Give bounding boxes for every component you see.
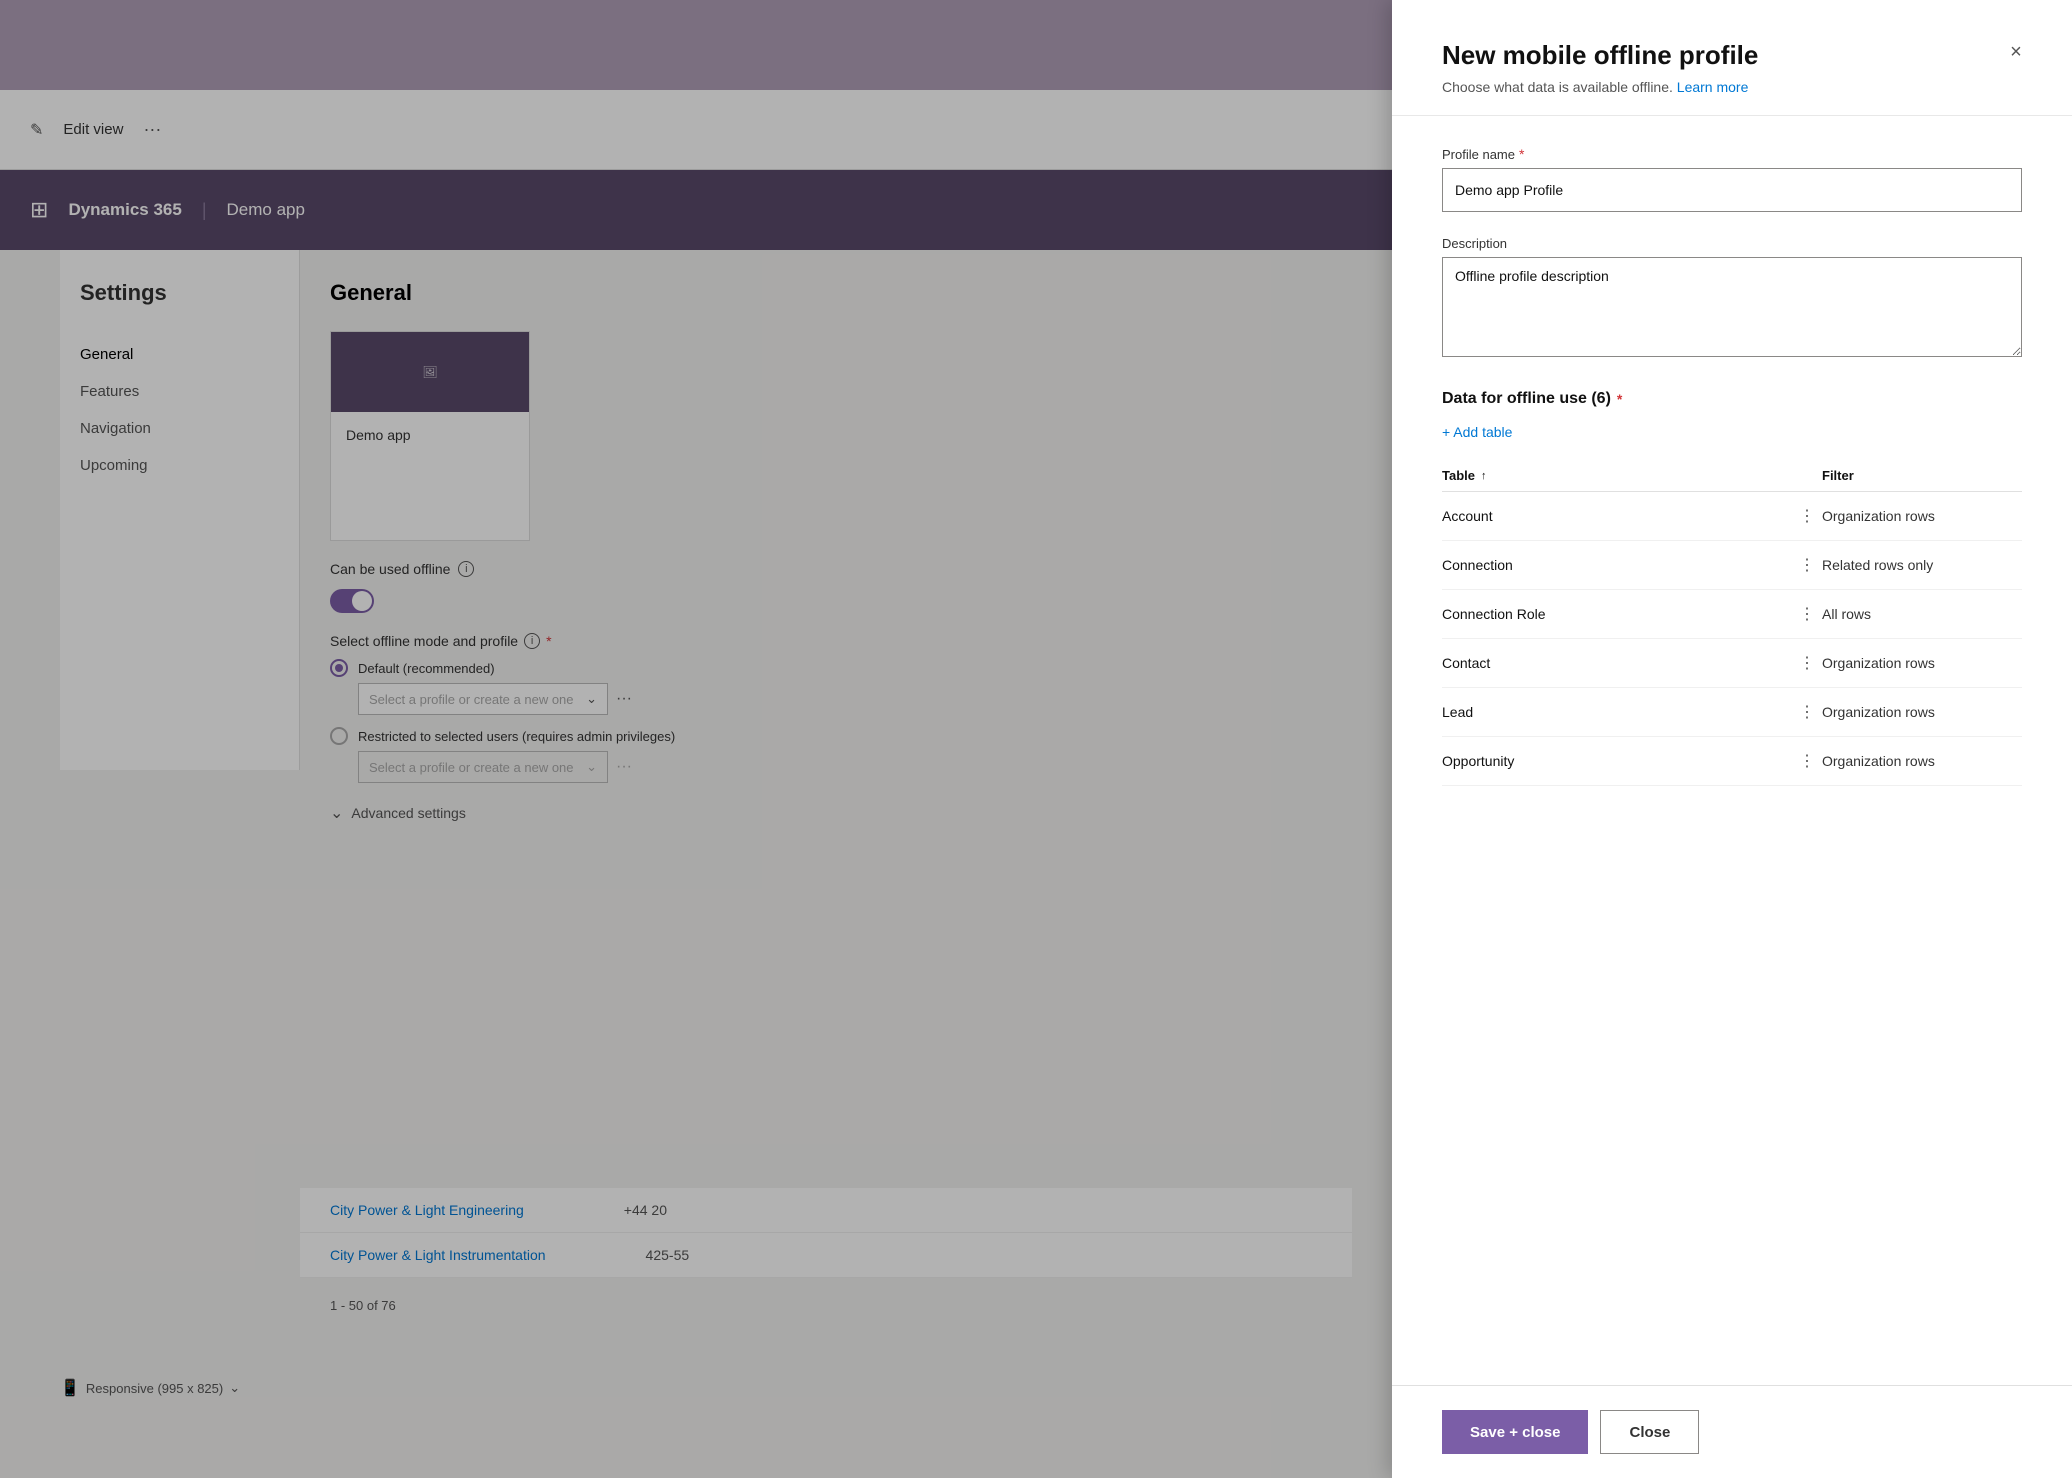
modal-body: Profile name * Description Data for offl… — [1392, 116, 2072, 1385]
save-close-button[interactable]: Save + close — [1442, 1410, 1588, 1454]
modal-panel: New mobile offline profile Choose what d… — [1392, 0, 2072, 1478]
table-row: Connection ⋮ Related rows only — [1442, 541, 2022, 590]
modal-subtitle: Choose what data is available offline. L… — [1442, 79, 2022, 95]
table-row: Account ⋮ Organization rows — [1442, 492, 2022, 541]
table-cell-name: Lead — [1442, 704, 1792, 720]
sort-arrow-icon[interactable]: ↑ — [1481, 470, 1487, 482]
description-field-group: Description — [1442, 236, 2022, 360]
close-modal-button[interactable]: Close — [1600, 1410, 1699, 1454]
profile-name-label: Profile name * — [1442, 146, 2022, 162]
profile-name-required: * — [1519, 146, 1524, 162]
add-table-label: + Add table — [1442, 424, 1512, 440]
table-col-filter-header: Filter — [1822, 468, 2022, 483]
table-row: Lead ⋮ Organization rows — [1442, 688, 2022, 737]
table-header: Table ↑ Filter — [1442, 460, 2022, 492]
table-row-menu-button[interactable]: ⋮ — [1792, 702, 1822, 722]
table-cell-name: Connection Role — [1442, 606, 1792, 622]
profile-name-field-group: Profile name * — [1442, 146, 2022, 212]
add-table-button[interactable]: + Add table — [1442, 424, 2022, 440]
table-cell-name: Account — [1442, 508, 1792, 524]
table-cell-filter: Organization rows — [1822, 655, 2022, 671]
close-button[interactable]: × — [2000, 36, 2032, 68]
table-cell-filter: Related rows only — [1822, 557, 2022, 573]
table-cell-filter: Organization rows — [1822, 704, 2022, 720]
description-input[interactable] — [1442, 257, 2022, 357]
table-cell-filter: Organization rows — [1822, 753, 2022, 769]
table-row-menu-button[interactable]: ⋮ — [1792, 751, 1822, 771]
learn-more-link[interactable]: Learn more — [1677, 79, 1749, 95]
data-section-title: Data for offline use (6) * — [1442, 390, 2022, 408]
profile-name-input[interactable] — [1442, 168, 2022, 212]
table-cell-filter: Organization rows — [1822, 508, 2022, 524]
table-row-menu-button[interactable]: ⋮ — [1792, 506, 1822, 526]
table-cell-name: Opportunity — [1442, 753, 1792, 769]
modal-title: New mobile offline profile — [1442, 40, 2022, 71]
description-label: Description — [1442, 236, 2022, 251]
table-col-name-header: Table ↑ — [1442, 468, 1822, 483]
modal-footer: Save + close Close — [1392, 1385, 2072, 1478]
table-cell-filter: All rows — [1822, 606, 2022, 622]
modal-header: New mobile offline profile Choose what d… — [1392, 0, 2072, 116]
table-cell-name: Connection — [1442, 557, 1792, 573]
table-cell-name: Contact — [1442, 655, 1792, 671]
data-section-required: * — [1617, 391, 1622, 407]
table-row: Opportunity ⋮ Organization rows — [1442, 737, 2022, 786]
table-row-menu-button[interactable]: ⋮ — [1792, 653, 1822, 673]
table-row: Contact ⋮ Organization rows — [1442, 639, 2022, 688]
table-row-menu-button[interactable]: ⋮ — [1792, 604, 1822, 624]
close-icon: × — [2010, 41, 2022, 64]
table-row: Connection Role ⋮ All rows — [1442, 590, 2022, 639]
table-row-menu-button[interactable]: ⋮ — [1792, 555, 1822, 575]
